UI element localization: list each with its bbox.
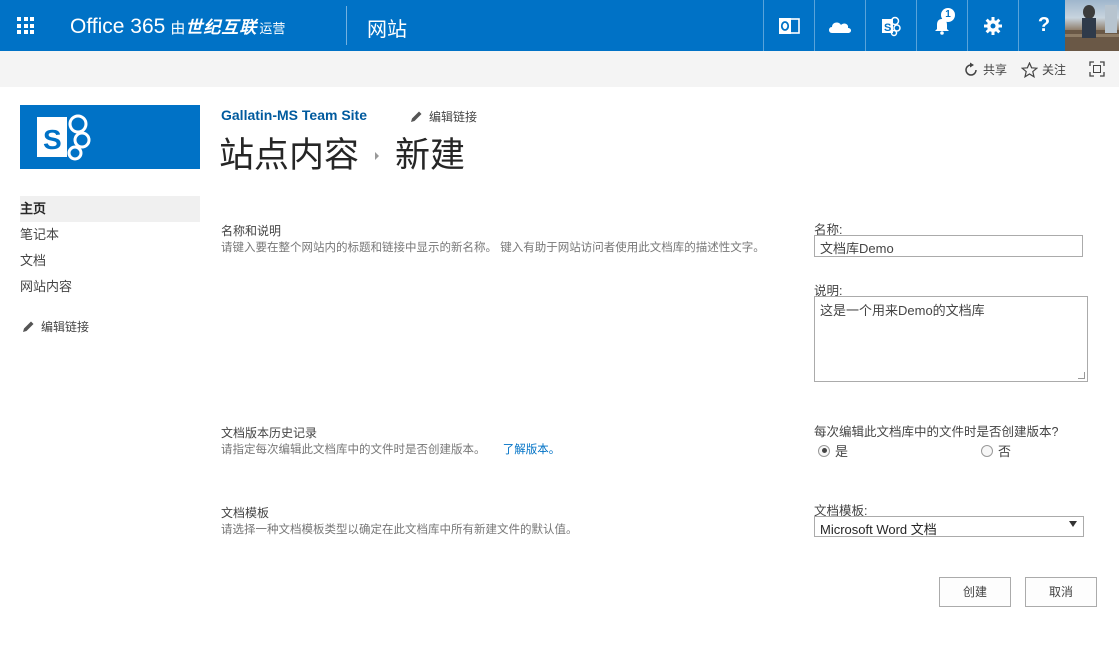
- gear-icon: [984, 16, 1002, 35]
- settings-button[interactable]: [967, 0, 1018, 51]
- template-select[interactable]: Microsoft Word 文档: [814, 516, 1084, 537]
- version-no-radio[interactable]: 否: [981, 441, 1011, 460]
- pencil-icon: [411, 111, 422, 122]
- version-yes-label: 是: [835, 444, 849, 459]
- brand-vendor: 世纪互联: [185, 18, 258, 37]
- help-icon: ?: [1037, 14, 1051, 36]
- quick-launch: 主页 笔记本 文档 网站内容: [20, 196, 200, 300]
- share-label: 共享: [983, 63, 1008, 77]
- svg-text:S: S: [884, 22, 891, 34]
- focus-button[interactable]: [1089, 61, 1109, 77]
- template-section-description: 请选择一种文档模板类型以确定在此文档库中所有新建文件的默认值。: [221, 524, 578, 536]
- breadcrumb-current: 新建: [395, 136, 466, 175]
- site-title-link[interactable]: Gallatin-MS Team Site: [221, 107, 367, 123]
- star-icon: [1021, 61, 1038, 78]
- onedrive-icon: [829, 22, 851, 33]
- help-button[interactable]: ?: [1018, 0, 1069, 51]
- radio-unchecked-icon: [981, 444, 993, 457]
- nav-edit-links-label: 编辑链接: [41, 320, 90, 334]
- description-field[interactable]: 这是一个用来Demo的文档库: [814, 296, 1088, 382]
- suite-icons: S 1 ?: [763, 0, 1069, 51]
- brand-by: 由: [170, 20, 186, 37]
- version-no-label: 否: [998, 444, 1012, 459]
- site-logo[interactable]: S: [20, 105, 200, 169]
- cancel-button[interactable]: 取消: [1025, 577, 1097, 607]
- svg-text:S: S: [43, 124, 62, 155]
- sharepoint-icon: S: [882, 16, 901, 36]
- sharepoint-button[interactable]: S: [865, 0, 916, 51]
- suite-divider: [346, 6, 347, 45]
- suite-bar: Office 365 由世纪互联 运营 网站 S 1 ?: [0, 0, 1119, 51]
- ribbon-bar: 共享 关注: [0, 51, 1119, 87]
- nav-item-notebook[interactable]: 笔记本: [20, 222, 200, 248]
- onedrive-button[interactable]: [814, 0, 865, 51]
- title-edit-links[interactable]: 编辑链接: [410, 108, 477, 125]
- app-name[interactable]: 网站: [367, 13, 407, 42]
- version-description-text: 请指定每次编辑此文档库中的文件时是否创建版本。: [221, 444, 486, 456]
- profile-photo-icon: [1065, 5, 1119, 51]
- name-section-description: 请键入要在整个网站内的标题和链接中显示的新名称。 键入有助于网站访问者使用此文档…: [221, 242, 765, 254]
- description-field-value: 这是一个用来Demo的文档库: [820, 303, 985, 318]
- app-launcher-button[interactable]: [0, 0, 51, 51]
- breadcrumb-arrow-icon: [375, 151, 380, 160]
- name-field[interactable]: 文档库Demo: [814, 235, 1083, 257]
- brand-name: Office 365: [70, 15, 166, 38]
- waffle-icon: [17, 17, 34, 34]
- title-edit-links-label: 编辑链接: [429, 110, 478, 124]
- dropdown-arrow-icon: [1069, 521, 1077, 527]
- create-button[interactable]: 创建: [939, 577, 1011, 607]
- nav-edit-links[interactable]: 编辑链接: [22, 318, 89, 335]
- brand-ops: 运营: [259, 21, 286, 36]
- share-icon: [965, 62, 977, 76]
- version-section-title: 文档版本历史记录: [221, 426, 318, 440]
- version-section-description: 请指定每次编辑此文档库中的文件时是否创建版本。 了解版本。: [221, 441, 560, 457]
- avatar[interactable]: [1065, 0, 1119, 51]
- follow-label: 关注: [1042, 63, 1067, 77]
- outlook-button[interactable]: [763, 0, 814, 51]
- template-select-value: Microsoft Word 文档: [820, 522, 937, 537]
- nav-item-home[interactable]: 主页: [20, 196, 200, 222]
- notifications-button[interactable]: 1: [916, 0, 967, 51]
- resize-handle-icon[interactable]: [1078, 372, 1085, 379]
- radio-checked-icon: [818, 444, 830, 457]
- nav-item-site-contents[interactable]: 网站内容: [20, 274, 200, 300]
- breadcrumb-root[interactable]: 站点内容: [219, 127, 359, 178]
- brand-logo[interactable]: Office 365 由世纪互联 运营: [70, 13, 285, 39]
- follow-button[interactable]: 关注: [1021, 61, 1066, 78]
- learn-versions-link[interactable]: 了解版本。: [503, 444, 561, 456]
- notification-badge: 1: [941, 8, 955, 22]
- share-button[interactable]: 共享: [963, 61, 1007, 78]
- pencil-icon: [23, 321, 34, 332]
- template-section-title: 文档模板: [221, 506, 270, 520]
- name-section-title: 名称和说明: [221, 224, 282, 238]
- sharepoint-logo-icon: S: [37, 114, 91, 161]
- fullscreen-icon: [1089, 61, 1105, 77]
- outlook-icon: [779, 17, 800, 34]
- nav-item-documents[interactable]: 文档: [20, 248, 200, 274]
- version-question: 每次编辑此文档库中的文件时是否创建版本?: [814, 425, 1059, 439]
- page-title: 站点内容 新建: [219, 127, 465, 178]
- version-yes-radio[interactable]: 是: [818, 441, 848, 460]
